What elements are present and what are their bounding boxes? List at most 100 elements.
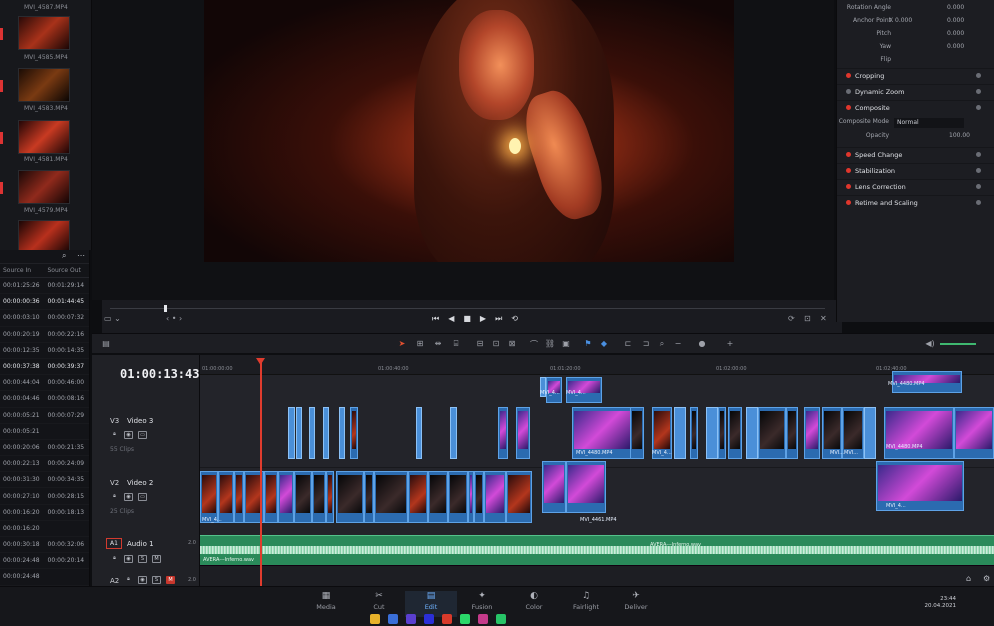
enable-dot-icon[interactable] <box>846 200 851 205</box>
track-visibility-icon[interactable]: ▭ <box>138 431 147 439</box>
video-clip[interactable] <box>218 471 234 523</box>
source-in-header[interactable]: Source In <box>0 267 45 274</box>
video-clip[interactable] <box>484 471 506 523</box>
clip-list-row[interactable]: 00:00:12:35 00:00:14:35 <box>0 343 89 359</box>
video-clip[interactable] <box>416 407 422 459</box>
video-clip[interactable] <box>498 407 508 459</box>
taskbar-app-icon[interactable] <box>460 614 470 624</box>
inspector-section[interactable]: Lens Correction <box>837 179 994 194</box>
zoom-slider-icon[interactable]: ● <box>696 339 708 349</box>
video-clip[interactable] <box>408 471 428 523</box>
video-clip[interactable] <box>364 471 374 523</box>
zoom-custom-icon[interactable]: ⌕ <box>656 339 668 349</box>
mute-button[interactable]: M <box>166 576 175 584</box>
video-clip[interactable] <box>804 407 820 459</box>
enable-dot-icon[interactable] <box>846 152 851 157</box>
a1-track-id[interactable]: A1 <box>106 538 122 549</box>
more-options-icon[interactable]: ⋯ <box>77 251 85 260</box>
video-clip[interactable] <box>374 471 408 523</box>
video-clip[interactable] <box>450 407 457 459</box>
taskbar-app-icon[interactable] <box>424 614 434 624</box>
clip-list-row[interactable]: 00:00:24:48 00:00:20:14 <box>0 553 89 570</box>
video-clip[interactable] <box>350 407 358 459</box>
play-icon[interactable]: ▶ <box>480 314 486 324</box>
timeline-timecode[interactable]: 01:00:13:43 <box>120 367 199 381</box>
stop-icon[interactable]: ■ <box>463 314 471 324</box>
inspector-section[interactable]: Retime and Scaling <box>837 195 994 210</box>
viewer-size-icon[interactable]: ▭ ⌄ <box>104 314 121 323</box>
opacity-value[interactable]: 100.00 <box>949 132 970 139</box>
enable-dot-icon[interactable] <box>846 89 851 94</box>
zoom-in-icon[interactable]: + <box>724 339 736 349</box>
video-clip[interactable] <box>728 407 742 459</box>
source-out-header[interactable]: Source Out <box>45 267 90 274</box>
video-clip[interactable] <box>706 407 718 459</box>
page-tab-fusion[interactable]: ✦ Fusion <box>456 591 508 611</box>
transform-value[interactable]: 0.000 <box>947 17 964 24</box>
clip-list-row[interactable]: 00:00:05:21 <box>0 424 89 440</box>
page-tab-media[interactable]: ▦ Media <box>300 591 352 611</box>
taskbar-app-icon[interactable] <box>406 614 416 624</box>
home-icon[interactable]: ⌂ <box>966 574 971 583</box>
clip-list-row[interactable]: 00:00:27:10 00:00:28:15 <box>0 488 89 505</box>
clip-list-row[interactable]: 00:00:31:30 00:00:34:35 <box>0 472 89 489</box>
match-frame-icon[interactable]: ⊡ <box>804 314 811 323</box>
video-clip[interactable] <box>234 471 244 523</box>
video-clip[interactable] <box>516 407 530 459</box>
enable-dot-icon[interactable] <box>846 73 851 78</box>
jump-end-icon[interactable]: ⏭ <box>495 314 502 324</box>
video-clip[interactable] <box>506 471 532 523</box>
selection-tool-icon[interactable]: ➤ <box>396 339 408 349</box>
close-viewer-icon[interactable]: ✕ <box>820 314 827 323</box>
mute-button[interactable]: M <box>152 555 161 563</box>
clip-list-row[interactable]: 00:00:03:10 00:00:07:32 <box>0 310 89 327</box>
reset-icon[interactable] <box>976 184 981 189</box>
inspector-section[interactable]: Composite <box>837 100 994 115</box>
video-clip[interactable] <box>542 461 566 513</box>
search-icon[interactable]: ⌕ <box>62 251 66 261</box>
page-tab-color[interactable]: ◐ Color <box>508 591 560 611</box>
scrub-handle[interactable] <box>164 305 167 312</box>
replace-clip-icon[interactable]: ⊠ <box>506 339 518 349</box>
tray-date[interactable]: 20.04.2021 <box>925 603 957 610</box>
lock-track-icon[interactable]: 🔒︎ <box>124 576 133 584</box>
page-tab-fairlight[interactable]: ♫ Fairlight <box>560 591 612 611</box>
video-clip[interactable] <box>864 407 876 459</box>
video-clip[interactable] <box>474 471 484 523</box>
video-clip[interactable] <box>758 407 786 459</box>
video-clip[interactable] <box>312 471 326 523</box>
transform-value-x[interactable]: X 0.000 <box>889 17 912 24</box>
video-clip[interactable] <box>288 407 295 459</box>
video-clip[interactable] <box>278 471 294 523</box>
clip-list-row[interactable]: 00:00:24:48 <box>0 569 89 586</box>
video-clip[interactable] <box>884 407 954 459</box>
reset-icon[interactable] <box>976 73 981 78</box>
link-icon[interactable]: ⛓ <box>544 339 556 349</box>
page-tab-deliver[interactable]: ✈ Deliver <box>610 591 662 611</box>
video-clip[interactable] <box>630 407 644 459</box>
media-thumb[interactable] <box>18 220 70 250</box>
video-clip[interactable] <box>200 471 218 523</box>
zoom-full-icon[interactable]: ⊏ <box>622 339 634 349</box>
video-clip[interactable] <box>336 471 364 523</box>
zoom-detail-icon[interactable]: ⊐ <box>640 339 652 349</box>
solo-button[interactable]: S <box>152 576 161 584</box>
dynamic-trim-icon[interactable]: ⇹ <box>432 339 444 349</box>
overwrite-clip-icon[interactable]: ⊡ <box>490 339 502 349</box>
clip-list-row[interactable]: 00:01:25:26 00:01:29:14 <box>0 278 89 295</box>
media-thumb[interactable] <box>18 68 70 102</box>
video-clip[interactable] <box>786 407 798 459</box>
clip-list-row[interactable]: 00:00:22:13 00:00:24:09 <box>0 456 89 473</box>
loop-playback-icon[interactable]: ⟲ <box>511 314 518 324</box>
clip-list-row[interactable]: 00:00:16:20 <box>0 521 89 537</box>
video-clip[interactable] <box>746 407 758 459</box>
video-clip[interactable] <box>326 471 334 523</box>
transform-value[interactable]: 0.000 <box>947 43 964 50</box>
taskbar-app-icon[interactable] <box>442 614 452 624</box>
reset-icon[interactable] <box>976 105 981 110</box>
settings-icon[interactable]: ⚙ <box>983 574 990 583</box>
lock-track-icon[interactable]: 🔒︎ <box>110 493 119 501</box>
a1-track-name[interactable]: Audio 1 <box>127 540 154 548</box>
clip-list-row[interactable]: 00:00:30:18 00:00:32:06 <box>0 537 89 554</box>
tray-time[interactable]: 23:44 <box>925 596 956 603</box>
